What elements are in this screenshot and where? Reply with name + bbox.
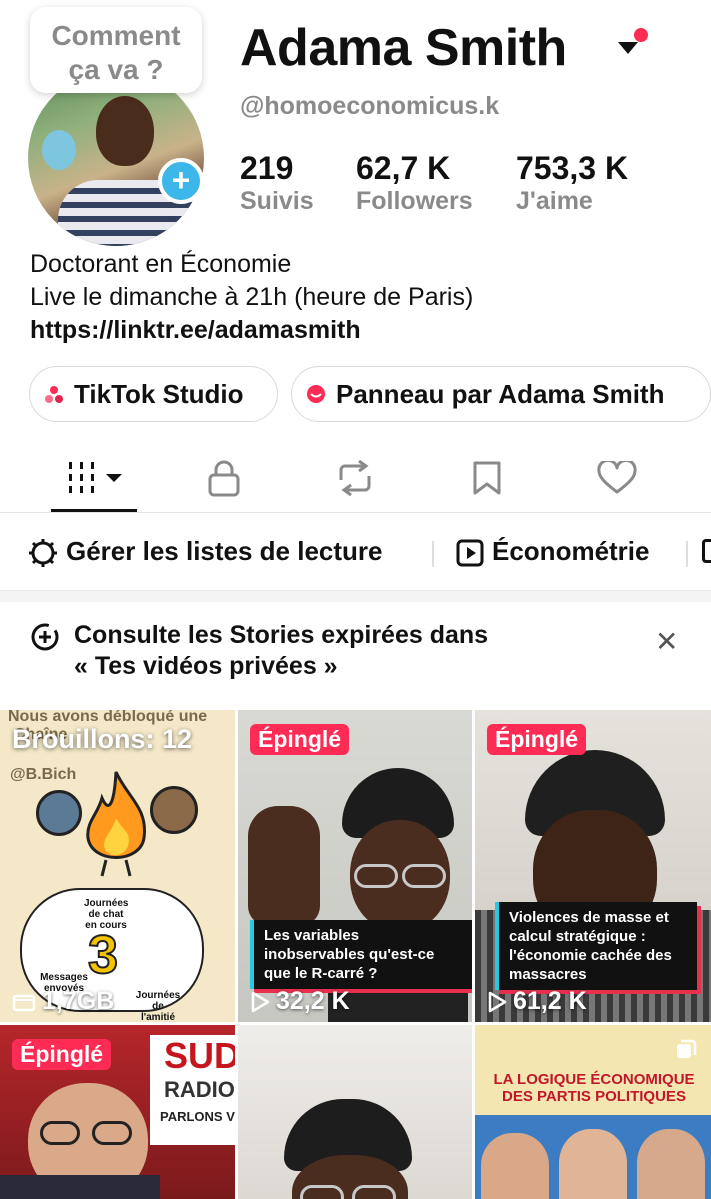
notification-dot [634, 28, 648, 42]
view-count-value: 61,2 K [513, 987, 587, 1015]
overlay-handle: @B.Bich [10, 766, 77, 783]
tab-favorites[interactable] [472, 460, 502, 501]
video-caption: Les variables inobservables qu'est-ce qu… [250, 920, 472, 989]
brand-logo-text: RADIO [164, 1077, 235, 1102]
toy-figure [42, 130, 76, 170]
jacket [0, 1175, 160, 1199]
section-gap [0, 591, 711, 602]
view-count: 61,2 K [487, 987, 587, 1016]
tab-private[interactable] [207, 459, 241, 502]
brand-logo-text: PARLONS VRAI [160, 1109, 235, 1124]
storage-size: 1,7GB [12, 987, 114, 1016]
grid-icon [69, 462, 122, 493]
close-icon[interactable]: ✕ [655, 625, 678, 658]
friend-avatar [36, 790, 82, 836]
playlist-more-icon[interactable] [702, 539, 711, 563]
tiktok-studio-label: TikTok Studio [74, 378, 244, 409]
glasses [402, 864, 446, 888]
gear-icon [29, 539, 57, 567]
pinned-badge: Épinglé [250, 724, 350, 755]
friendship-label: Journées de l'amitié [135, 990, 181, 1022]
storage-size-value: 1,7GB [42, 987, 115, 1015]
brand-logo-text: SUD [164, 1035, 235, 1076]
active-tab-indicator [51, 509, 137, 512]
glasses [354, 864, 398, 888]
glasses [300, 1185, 344, 1199]
repost-icon [339, 459, 371, 497]
pinned-badge: Épinglé [12, 1039, 112, 1070]
panel-label: Panneau par Adama Smith [336, 378, 665, 409]
drafts-tile[interactable]: Nous avons débloqué une Chaîne @B.Bich B… [0, 710, 235, 1022]
manage-playlists-label: Gérer les listes de lecture [66, 536, 383, 566]
glasses [352, 1185, 396, 1199]
plus-icon: + [171, 162, 191, 198]
bookmark-icon [473, 461, 501, 495]
panel-button[interactable]: Panneau par Adama Smith [291, 366, 711, 422]
bubble-line-2: ça va ? [68, 54, 164, 85]
profile-link[interactable]: https://linktr.ee/adamasmith [30, 314, 473, 347]
stat-followers[interactable]: 62,7 K Followers [356, 150, 473, 216]
stat-label: Followers [356, 187, 473, 215]
panel-icon [307, 385, 325, 403]
add-story-button[interactable]: + [158, 158, 204, 204]
profile-handle: @homoeconomicus.k [240, 92, 500, 120]
bio-line: Live le dimanche à 21h (heure de Paris) [30, 283, 474, 311]
folder-icon [12, 994, 36, 1011]
account-switch-chevron-icon[interactable] [618, 42, 638, 54]
bio-line: Doctorant en Économie [30, 250, 292, 278]
video-tile[interactable]: LA LOGIQUE ÉCONOMIQUE DES PARTIS POLITIQ… [475, 1025, 711, 1199]
profile-bio: Doctorant en Économie Live le dimanche à… [30, 248, 473, 347]
video-tile[interactable]: Épinglé Les variables inobservables qu'e… [238, 710, 472, 1022]
notice-line: Consulte les Stories expirées dans [74, 621, 489, 649]
flame-icon [86, 771, 147, 877]
tiktok-studio-button[interactable]: TikTok Studio [29, 366, 278, 422]
video-tile[interactable]: SUD RADIO PARLONS VRAI Épinglé [0, 1025, 235, 1199]
stat-value: 753,3 K [516, 150, 629, 186]
stat-label: J'aime [516, 187, 593, 215]
status-bubble[interactable]: Comment ça va ? [30, 7, 202, 93]
studio-icon [45, 386, 63, 403]
glasses [40, 1121, 80, 1145]
drafts-label: Brouillons: 12 [12, 724, 193, 754]
expired-stories-notice[interactable]: Consulte les Stories expirées dans « Tes… [74, 620, 488, 682]
playlist-icon [456, 539, 484, 567]
politician-photo [637, 1129, 705, 1199]
lock-icon [208, 460, 240, 497]
pinned-badge: Épinglé [487, 724, 587, 755]
politician-photo [559, 1129, 627, 1199]
notice-line: « Tes vidéos privées » [74, 652, 338, 680]
tab-reposts[interactable] [335, 459, 375, 501]
tab-liked[interactable] [597, 458, 637, 500]
profile-name: Adama Smith [240, 19, 567, 77]
stat-following[interactable]: 219 Suivis [240, 150, 314, 216]
heart-icon [597, 458, 637, 494]
glasses [92, 1121, 132, 1145]
stat-likes[interactable]: 753,3 K J'aime [516, 150, 628, 216]
play-icon [251, 991, 270, 1012]
tabs-divider [0, 512, 711, 513]
days-count: 3 [87, 924, 119, 986]
bubble-line-1: Comment [51, 20, 181, 51]
stat-value: 62,7 K [356, 150, 451, 186]
view-count: 32,2 K [250, 987, 350, 1016]
avatar-face [96, 96, 154, 166]
tab-videos[interactable] [68, 460, 124, 501]
row-divider [686, 541, 688, 567]
row-divider [432, 541, 434, 567]
playlist-label: Économétrie [492, 536, 650, 566]
play-icon [488, 991, 507, 1012]
friend-avatar [150, 786, 198, 834]
video-headline: LA LOGIQUE ÉCONOMIQUE DES PARTIS POLITIQ… [493, 1071, 695, 1105]
politician-photo [481, 1133, 549, 1199]
multi-photo-icon [677, 1039, 697, 1058]
raised-hand [248, 806, 320, 926]
view-count-value: 32,2 K [276, 987, 350, 1015]
stat-label: Suivis [240, 187, 314, 215]
video-tile[interactable]: Épinglé Violences de masse et calcul str… [475, 710, 711, 1022]
story-plus-icon [31, 623, 59, 651]
video-tile[interactable] [238, 1025, 472, 1199]
stat-value: 219 [240, 150, 294, 186]
video-caption: Violences de masse et calcul stratégique… [495, 902, 697, 990]
